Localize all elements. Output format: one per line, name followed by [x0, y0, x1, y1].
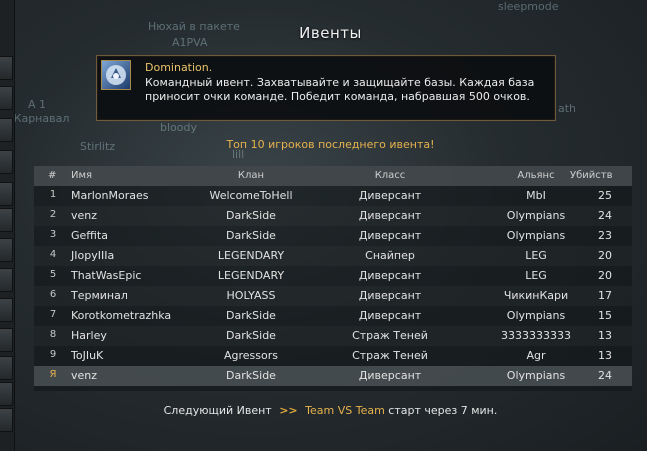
table-row: 7 Korotkometrazhka DarkSide Диверсант Ol… [34, 306, 632, 326]
player-class: Диверсант [358, 189, 422, 202]
player-class: Страж Теней [352, 329, 428, 342]
player-clan: DarkSide [226, 329, 276, 342]
player-kills: 23 [598, 229, 612, 242]
player-name: Терминал [71, 289, 128, 302]
column-header-kills: Убийств [570, 170, 613, 181]
column-header-class: Класс [374, 170, 406, 181]
player-kills: 15 [598, 309, 612, 322]
toolbar-slot[interactable] [0, 182, 13, 206]
table-row: 5 ThatWasEpic LEGENDARY Диверсант LEG 20 [34, 266, 632, 286]
player-kills: 17 [598, 289, 612, 302]
table-header: # Имя Клан Класс Альянс Убийств [34, 166, 632, 186]
background-player-name: sleepmode [498, 0, 559, 13]
toolbar-slot[interactable] [0, 408, 13, 432]
row-number: 1 [49, 189, 57, 200]
row-number: 9 [49, 349, 57, 360]
player-kills: 24 [598, 209, 612, 222]
toolbar-slot[interactable] [0, 356, 13, 380]
player-clan: HOLYASS [226, 289, 276, 302]
table-row: 1 MarlonMoraes WelcomeToHell Диверсант M… [34, 186, 632, 206]
next-event-prefix: Следующий Ивент [163, 404, 272, 417]
player-name: JIopyIIIa [71, 249, 115, 262]
player-name: Geffita [71, 229, 108, 242]
table-row: 4 JIopyIIIa LEGENDARY Снайпер LEG 20 [34, 246, 632, 266]
player-name: venz [71, 209, 98, 222]
player-class: Диверсант [358, 369, 422, 382]
player-kills: 24 [598, 369, 612, 382]
top-players-label: Топ 10 игроков последнего ивента! [226, 138, 435, 151]
domination-emblem-icon [101, 60, 131, 90]
column-header-name: Имя [71, 170, 93, 181]
row-number: Я [49, 369, 57, 380]
next-event-name: Team VS Team [305, 404, 385, 417]
player-class: Страж Теней [352, 349, 428, 362]
toolbar-slot[interactable] [0, 86, 13, 110]
events-window: Ивенты Domination. Командный ивент. Захв… [14, 18, 647, 451]
row-number: 5 [49, 269, 57, 280]
left-toolbar [0, 0, 15, 451]
player-clan: DarkSide [226, 229, 276, 242]
toolbar-slot[interactable] [0, 298, 13, 322]
player-class: Диверсант [358, 289, 422, 302]
toolbar-slot[interactable] [0, 150, 13, 174]
toolbar-slot[interactable] [0, 238, 13, 262]
player-class: Диверсант [358, 229, 422, 242]
player-clan: DarkSide [226, 209, 276, 222]
next-event-line: Следующий Ивент >> Team VS Team старт че… [14, 404, 647, 417]
row-number: 2 [49, 209, 57, 220]
player-name: ToJIuK [71, 349, 104, 362]
double-chevron-icon: >> [279, 404, 298, 417]
table-row: 2 venz DarkSide Диверсант Olympians 24 [34, 206, 632, 226]
player-class: Снайпер [365, 249, 415, 262]
row-number: 4 [49, 249, 57, 260]
player-name: venz [71, 369, 98, 382]
player-kills: 13 [598, 349, 612, 362]
player-clan: DarkSide [226, 369, 276, 382]
player-kills: 20 [598, 269, 612, 282]
event-info-panel: Domination. Командный ивент. Захватывайт… [96, 55, 556, 121]
toolbar-slot[interactable] [0, 268, 13, 292]
event-description: Командный ивент. Захватывайте и защищайт… [145, 76, 535, 103]
player-clan: LEGENDARY [217, 249, 285, 262]
table-row: 9 ToJIuK Agressors Страж Теней Agr 13 [34, 346, 632, 366]
player-kills: 13 [598, 329, 612, 342]
row-number: 3 [49, 229, 57, 240]
player-kills: 25 [598, 189, 612, 202]
player-name: ThatWasEpic [71, 269, 142, 282]
player-clan: Agressors [223, 349, 278, 362]
player-class: Диверсант [358, 309, 422, 322]
player-name: Korotkometrazhka [71, 309, 172, 322]
window-title: Ивенты [299, 24, 362, 42]
toolbar-slot[interactable] [0, 118, 13, 142]
current-player-row: Я venz DarkSide Диверсант Olympians 24 [34, 366, 632, 386]
player-kills: 20 [598, 249, 612, 262]
toolbar-slot[interactable] [0, 56, 13, 80]
player-clan: LEGENDARY [217, 269, 285, 282]
player-name: MarlonMoraes [71, 189, 149, 202]
player-clan: WelcomeToHell [209, 189, 293, 202]
column-header-number: # [48, 170, 57, 181]
event-name: Domination. [145, 61, 213, 74]
next-event-start-time: старт через 7 мин. [388, 404, 498, 417]
table-row: 8 Harley DarkSide Страж Теней 3333333333… [34, 326, 632, 346]
top-players-table: # Имя Клан Класс Альянс Убийств 1 Marlon… [34, 166, 632, 391]
toolbar-slot[interactable] [0, 382, 13, 406]
player-class: Диверсант [358, 269, 422, 282]
table-row: 6 Терминал HOLYASS Диверсант ЧикинКари 1… [34, 286, 632, 306]
row-number: 6 [49, 289, 57, 300]
table-row: 3 Geffita DarkSide Диверсант Olympians 2… [34, 226, 632, 246]
toolbar-slot[interactable] [0, 208, 13, 232]
row-number: 7 [49, 309, 57, 320]
toolbar-slot[interactable] [0, 328, 13, 352]
player-class: Диверсант [358, 209, 422, 222]
row-number: 8 [49, 329, 57, 340]
player-clan: DarkSide [226, 309, 276, 322]
player-name: Harley [71, 329, 107, 342]
column-header-clan: Клан [237, 170, 265, 181]
